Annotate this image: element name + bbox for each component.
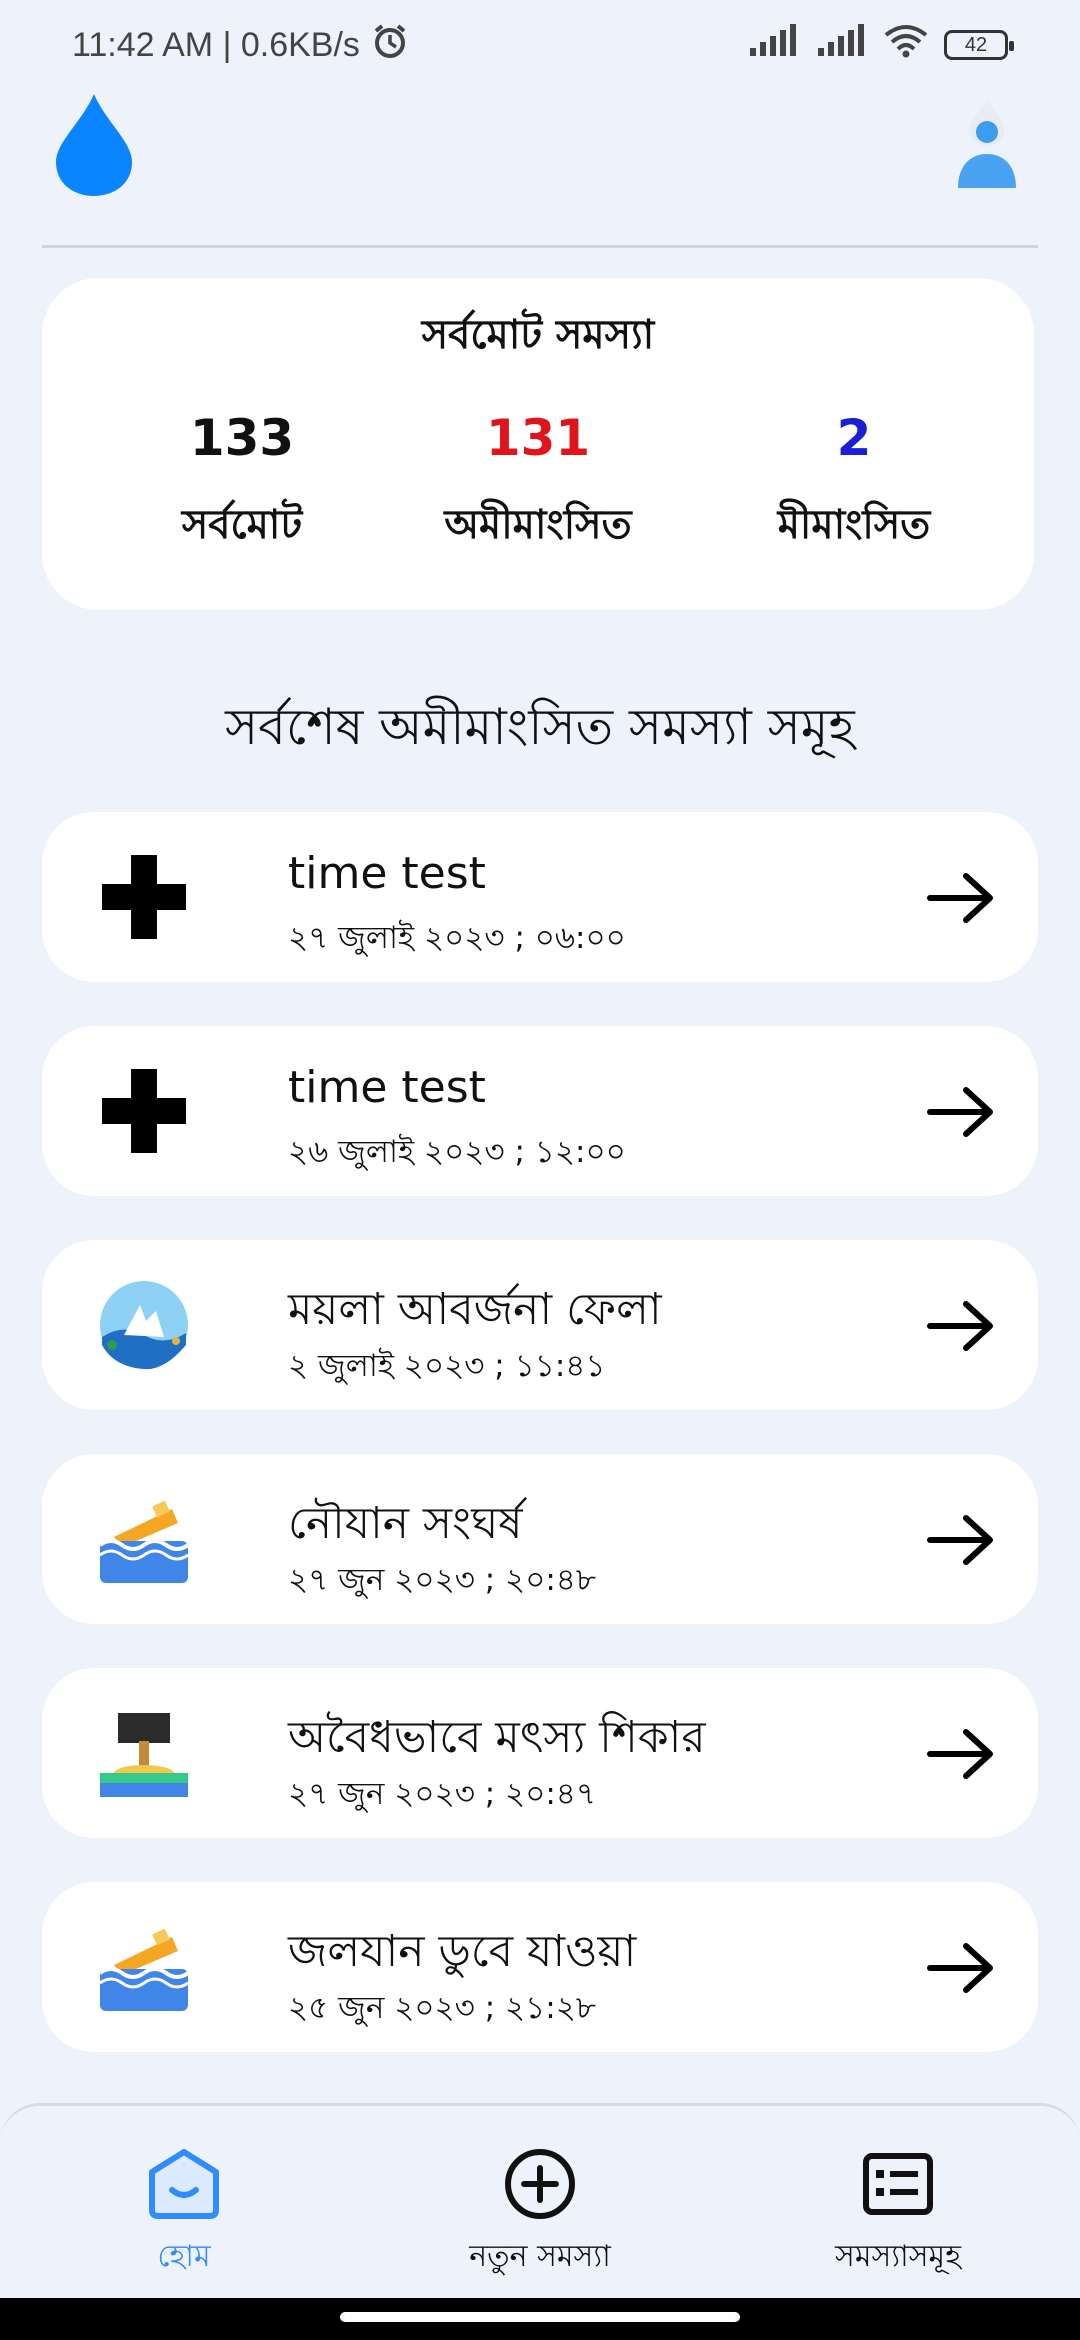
arrow-right-icon[interactable]	[926, 870, 996, 930]
stat-resolved-value: 2	[836, 409, 872, 467]
issue-date: ২ জুলাই ২০২৩ ; ১১:৪১	[288, 1348, 606, 1384]
issue-card[interactable]: time test ২৬ জুলাই ২০২৩ ; ১২:০০	[42, 1026, 1038, 1196]
illegal-fishing-icon	[94, 1703, 194, 1803]
water-drop-icon	[52, 90, 136, 204]
stat-total-label: সর্বমোট	[181, 502, 303, 548]
issue-title: নৌযান সংঘর্ষ	[288, 1498, 523, 1549]
nav-home[interactable]: হোম	[54, 2146, 314, 2283]
stat-unresolved: 131 অমীমাংসিত	[388, 413, 688, 560]
issue-date: ২৫ জুন ২০২৩ ; ২১:২৮	[288, 1990, 596, 2026]
battery-level: 42	[964, 33, 988, 56]
summary-card: সর্বমোট সমস্যা 133 সর্বমোট 131 অমীমাংসিত…	[42, 278, 1034, 610]
stat-total: 133 সর্বমোট	[92, 413, 392, 560]
issue-card[interactable]: নৌযান সংঘর্ষ ২৭ জুন ২০২৩ ; ২০:৪৮	[42, 1454, 1038, 1624]
nav-issues-label: সমস্যাসমূহ	[835, 2239, 961, 2274]
stat-resolved: 2 মীমাংসিত	[704, 413, 1004, 560]
issue-card[interactable]: জলযান ডুবে যাওয়া ২৫ জুন ২০২৩ ; ২১:২৮	[42, 1882, 1038, 2052]
gesture-bar	[0, 2298, 1080, 2340]
stat-resolved-label: মীমাংসিত	[777, 502, 931, 548]
issue-title: time test	[288, 848, 486, 899]
app-bar	[0, 90, 1080, 245]
arrow-right-icon[interactable]	[926, 1726, 996, 1786]
battery-icon: 42	[944, 30, 1014, 60]
home-indicator[interactable]	[340, 2312, 740, 2322]
issue-card[interactable]: time test ২৭ জুলাই ২০২৩ ; ০৬:০০	[42, 812, 1038, 982]
home-icon	[149, 2149, 219, 2219]
nav-home-label: হোম	[157, 2239, 211, 2274]
issue-card[interactable]: ময়লা আবর্জনা ফেলা ২ জুলাই ২০২৩ ; ১১:৪১	[42, 1240, 1038, 1410]
signal-icon	[748, 23, 800, 67]
plus-icon	[94, 1061, 194, 1161]
issue-title: অবৈধভাবে মৎস্য শিকার	[288, 1712, 706, 1763]
issue-card[interactable]: অবৈধভাবে মৎস্য শিকার ২৭ জুন ২০২৩ ; ২০:৪৭	[42, 1668, 1038, 1838]
nav-new-issue-label: নতুন সমস্যা	[469, 2239, 611, 2274]
sinking-boat-icon	[94, 1917, 194, 2017]
stat-total-value: 133	[189, 409, 295, 467]
arrow-right-icon[interactable]	[926, 1298, 996, 1358]
nav-new-issue[interactable]: নতুন সমস্যা	[410, 2146, 670, 2283]
status-time-speed: 11:42 AM | 0.6KB/s	[72, 25, 360, 64]
summary-title: সর্বমোট সমস্যা	[421, 312, 655, 358]
list-icon	[863, 2153, 933, 2215]
status-bar: 11:42 AM | 0.6KB/s 42	[0, 0, 1080, 90]
issue-date: ২৭ জুন ২০২৩ ; ২০:৪৭	[288, 1776, 597, 1812]
stat-unresolved-value: 131	[485, 409, 591, 467]
nav-issues[interactable]: সমস্যাসমূহ	[768, 2146, 1028, 2283]
wifi-icon	[884, 24, 928, 67]
issue-title: জলযান ডুবে যাওয়া	[288, 1926, 637, 1977]
alarm-clock-icon	[370, 21, 410, 70]
issue-title: time test	[288, 1062, 486, 1113]
boat-collision-icon	[94, 1489, 194, 1589]
header-divider	[42, 245, 1038, 248]
waste-dumping-icon	[94, 1275, 194, 1375]
arrow-right-icon[interactable]	[926, 1512, 996, 1572]
issue-date: ২৬ জুলাই ২০২৩ ; ১২:০০	[288, 1134, 626, 1170]
add-circle-icon	[505, 2149, 575, 2219]
bottom-navigation: হোম নতুন সমস্যা সমস্যাসমূহ	[0, 2103, 1080, 2298]
section-title: সর্বশেষ অমীমাংসিত সমস্যা সমূহ	[225, 698, 855, 756]
signal-icon	[816, 23, 868, 67]
arrow-right-icon[interactable]	[926, 1940, 996, 2000]
user-avatar-icon[interactable]	[952, 96, 1022, 198]
issue-date: ২৭ জুন ২০২৩ ; ২০:৪৮	[288, 1562, 597, 1598]
arrow-right-icon[interactable]	[926, 1084, 996, 1144]
issue-date: ২৭ জুলাই ২০২৩ ; ০৬:০০	[288, 920, 626, 956]
stat-unresolved-label: অমীমাংসিত	[444, 502, 632, 548]
issue-title: ময়লা আবর্জনা ফেলা	[288, 1284, 662, 1335]
plus-icon	[94, 847, 194, 947]
